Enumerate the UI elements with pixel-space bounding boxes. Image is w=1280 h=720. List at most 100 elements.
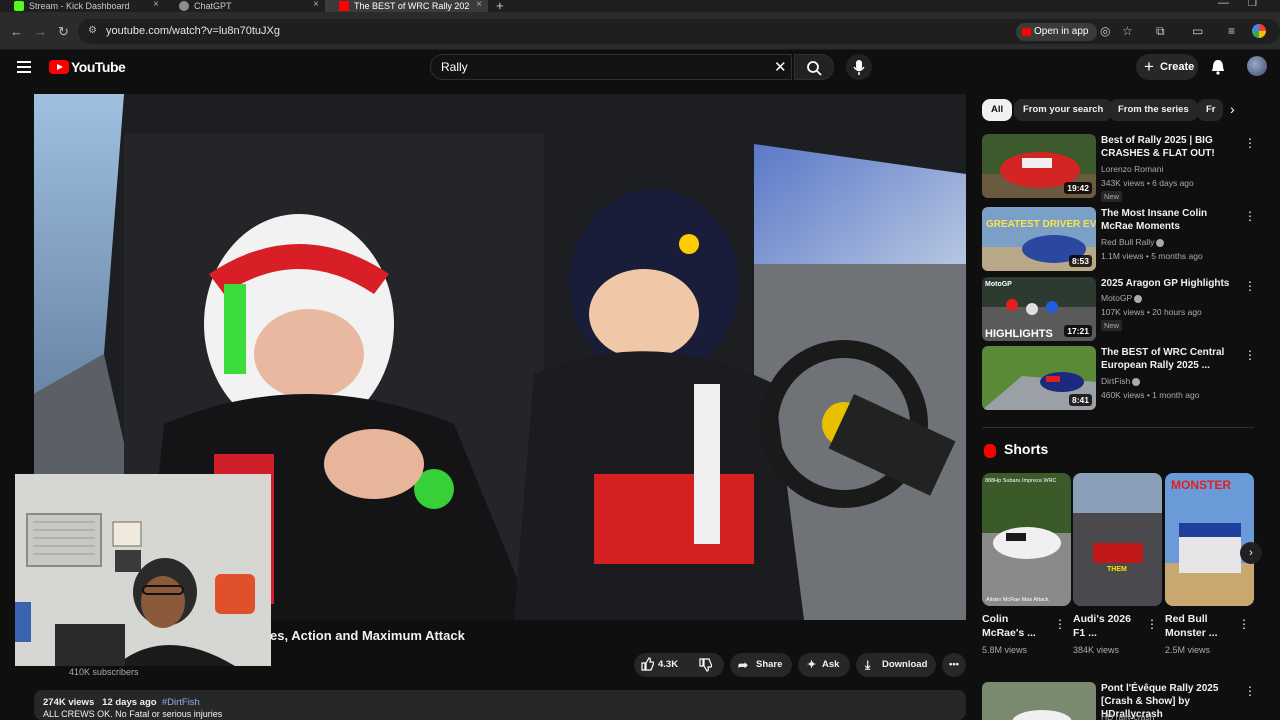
chip-from-the-series[interactable]: From the series xyxy=(1109,99,1198,121)
shorts-heading: Shorts xyxy=(1004,441,1049,457)
short-title[interactable]: Red Bull Monster ... xyxy=(1165,612,1235,640)
more-vertical-icon[interactable]: ⋮ xyxy=(1146,617,1158,631)
short-views: 384K views xyxy=(1073,645,1120,655)
close-icon[interactable]: × xyxy=(476,0,482,10)
share-label: Share xyxy=(756,659,783,670)
like-button[interactable] xyxy=(640,657,655,676)
channel-name[interactable]: Red Bull Rally xyxy=(1101,237,1165,247)
download-button[interactable]: ⤓ Download xyxy=(856,653,936,677)
tab-chatgpt[interactable]: ChatGPT × xyxy=(165,0,325,12)
more-vertical-icon[interactable]: ⋮ xyxy=(1244,348,1256,362)
close-icon[interactable]: × xyxy=(313,0,319,10)
more-vertical-icon[interactable]: ⋮ xyxy=(1054,617,1066,631)
upload-age: 12 days ago xyxy=(102,697,157,708)
subscriber-count: 410K subscribers xyxy=(69,667,139,677)
video-meta: 107K views • 20 hours ago xyxy=(1101,307,1202,317)
share-button[interactable]: ➦ Share xyxy=(730,653,792,677)
forward-icon[interactable]: → xyxy=(34,24,47,39)
video-title: es, Action and Maximum Attack xyxy=(270,628,465,643)
open-in-app-button[interactable]: Open in app xyxy=(1016,23,1097,41)
view-count: 274K views xyxy=(43,697,95,708)
cast-icon[interactable]: ▭ xyxy=(1192,24,1203,38)
chatgpt-icon xyxy=(179,1,189,11)
more-vertical-icon[interactable]: ⋮ xyxy=(1244,136,1256,150)
video-duration: 8:41 xyxy=(1068,394,1092,406)
tab-title: Stream - Kick Dashboard xyxy=(29,1,130,11)
recommendation-item[interactable]: MotoGP HIGHLIGHTS 17:21 2025 Aragon GP Hi… xyxy=(982,277,1256,343)
channel-name[interactable]: HD rally crash xyxy=(1101,712,1154,720)
hashtag-link[interactable]: #DirtFish xyxy=(162,697,200,708)
clear-search-icon[interactable]: ✕ xyxy=(774,58,787,76)
chevron-right-icon[interactable]: › xyxy=(1240,542,1262,564)
recommendation-item[interactable]: GREATEST DRIVER EVER? 8:53 The Most Insa… xyxy=(982,207,1256,273)
voice-search-button[interactable] xyxy=(846,54,872,80)
description-meta: 274K views 12 days ago #DirtFish xyxy=(43,697,200,708)
video-thumbnail[interactable]: GREATEST DRIVER EVER? 8:53 xyxy=(982,207,1096,271)
chevron-right-icon[interactable]: › xyxy=(1230,101,1235,117)
short-title[interactable]: Audi's 2026 F1 ... xyxy=(1073,612,1143,640)
channel-name[interactable]: MotoGP xyxy=(1101,293,1143,303)
back-icon[interactable]: ← xyxy=(10,24,23,39)
video-thumbnail[interactable]: 19:42 xyxy=(982,134,1096,198)
account-avatar[interactable] xyxy=(1247,56,1267,76)
short-thumbnail[interactable]: THEM xyxy=(1073,473,1162,606)
recommendation-item[interactable]: Pont l'Évêque Rally 2025 [Crash & Show] … xyxy=(982,682,1254,720)
menu-icon[interactable] xyxy=(17,61,31,73)
video-thumbnail[interactable]: 8:41 xyxy=(982,346,1096,410)
video-title[interactable]: 2025 Aragon GP Highlights xyxy=(1101,277,1231,290)
close-icon[interactable]: × xyxy=(153,0,159,10)
channel-name[interactable]: Lorenzo Romani xyxy=(1101,164,1163,174)
short-caption: MONSTER xyxy=(1171,478,1231,492)
video-title[interactable]: The Most Insane Colin McRae Moments xyxy=(1101,207,1231,233)
more-actions-button[interactable]: ••• xyxy=(942,653,966,677)
url-text[interactable]: youtube.com/watch?v=lu8n70tuJXg xyxy=(106,25,280,37)
recommendation-item[interactable]: 8:41 The BEST of WRC Central European Ra… xyxy=(982,346,1256,412)
dislike-button[interactable] xyxy=(698,658,713,677)
extensions-icon[interactable]: ⧉ xyxy=(1156,24,1165,39)
eye-off-icon[interactable]: ◎ xyxy=(1100,24,1110,38)
mic-icon xyxy=(853,60,865,75)
youtube-wordmark[interactable]: YouTube xyxy=(71,59,126,75)
section-divider xyxy=(982,427,1254,428)
profile-icon[interactable] xyxy=(1252,24,1266,38)
notifications-bell-icon[interactable] xyxy=(1210,58,1226,79)
short-title[interactable]: Colin McRae's ... xyxy=(982,612,1052,640)
video-meta: 343K views • 6 days ago xyxy=(1101,178,1194,188)
video-thumbnail[interactable] xyxy=(982,682,1096,720)
search-box[interactable] xyxy=(430,54,792,80)
kick-icon xyxy=(14,1,24,11)
media-icon[interactable]: ≡ xyxy=(1228,24,1235,38)
chip-from-your-search[interactable]: From your search xyxy=(1014,99,1113,121)
recommendation-item[interactable]: 19:42 Best of Rally 2025 | BIG CRASHES &… xyxy=(982,134,1256,202)
site-info-icon[interactable]: ⚙ xyxy=(88,25,97,36)
tab-kick[interactable]: Stream - Kick Dashboard × xyxy=(0,0,165,12)
search-input[interactable]: Rally xyxy=(441,60,468,74)
bookmark-star-icon[interactable]: ☆ xyxy=(1122,24,1133,38)
short-thumbnail[interactable]: 888Hp Subaru Impreza WRC Alister McRae Ma… xyxy=(982,473,1071,606)
more-horizontal-icon: ••• xyxy=(949,659,959,670)
reload-icon[interactable]: ↻ xyxy=(58,24,69,40)
video-title[interactable]: The BEST of WRC Central European Rally 2… xyxy=(1101,346,1231,372)
minimize-icon[interactable]: — xyxy=(1218,0,1229,9)
ask-button[interactable]: ✦ Ask xyxy=(798,653,850,677)
short-views: 5.8M views xyxy=(982,645,1028,655)
youtube-favicon-icon xyxy=(339,1,349,11)
short-thumbnail[interactable]: MONSTER xyxy=(1165,473,1254,606)
more-vertical-icon[interactable]: ⋮ xyxy=(1244,209,1256,223)
more-vertical-icon[interactable]: ⋮ xyxy=(1244,279,1256,293)
video-thumbnail[interactable]: MotoGP HIGHLIGHTS 17:21 xyxy=(982,277,1096,341)
youtube-logo-icon[interactable] xyxy=(49,60,69,74)
more-vertical-icon[interactable]: ⋮ xyxy=(1244,684,1254,698)
more-vertical-icon[interactable]: ⋮ xyxy=(1238,617,1250,631)
search-icon xyxy=(807,61,822,76)
download-icon: ⤓ xyxy=(865,658,871,672)
channel-name[interactable]: DirtFish xyxy=(1101,376,1141,386)
create-button[interactable]: Create xyxy=(1136,54,1198,80)
tab-youtube[interactable]: The BEST of WRC Rally 202 × xyxy=(325,0,488,12)
video-title[interactable]: Best of Rally 2025 | BIG CRASHES & FLAT … xyxy=(1101,134,1231,160)
chip-partial[interactable]: Fr xyxy=(1197,99,1223,121)
like-count[interactable]: 4.3K xyxy=(658,659,678,670)
restore-icon[interactable]: ❐ xyxy=(1248,0,1257,9)
chip-all[interactable]: All xyxy=(982,99,1013,121)
search-button[interactable] xyxy=(794,54,834,80)
